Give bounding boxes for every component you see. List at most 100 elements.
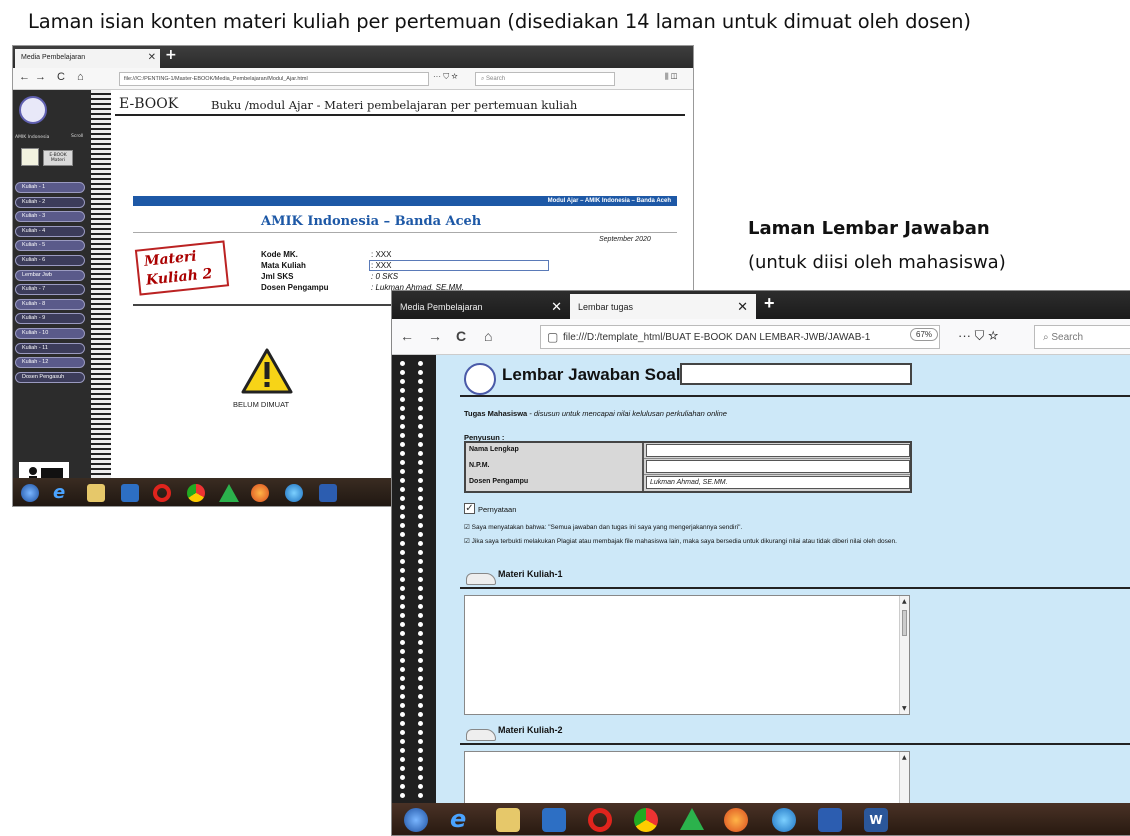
sidebar-item[interactable]: Kuliah - 2	[15, 196, 85, 208]
home-icon[interactable]: ⌂	[77, 71, 84, 83]
start-icon[interactable]	[404, 808, 428, 832]
close-tab-icon[interactable]: ✕	[551, 299, 562, 315]
sidebar-item[interactable]: Kuliah - 3	[15, 211, 85, 223]
opera-icon[interactable]	[588, 808, 612, 832]
sidebar-item[interactable]: Kuliah - 11	[15, 342, 85, 354]
tab-lembar-tugas[interactable]: Lembar tugas ✕	[570, 294, 756, 319]
scroll-down-icon[interactable]: ▼	[902, 705, 907, 712]
spiral-hole	[418, 694, 423, 699]
drive-icon[interactable]	[219, 484, 239, 502]
spiral-hole	[418, 568, 423, 573]
ie-icon[interactable]: e	[450, 807, 474, 832]
tab-media-pembelajaran[interactable]: Media Pembelajaran ✕	[392, 294, 570, 319]
spiral-hole	[400, 613, 405, 618]
chrome-icon[interactable]	[187, 484, 205, 502]
spiral-hole	[418, 739, 423, 744]
tab-bar: Media Pembelajaran ✕ +	[13, 46, 693, 68]
npm-field[interactable]	[646, 460, 910, 473]
sidebar-item[interactable]: Kuliah - 7	[15, 284, 85, 296]
answer-page-caption-title: Laman Lembar Jawaban	[748, 218, 990, 239]
spiral-hole	[400, 451, 405, 456]
page-actions-icon[interactable]: ··· ⛉ ☆	[958, 328, 998, 344]
back-icon[interactable]: ←	[19, 71, 30, 83]
firefox-icon[interactable]	[724, 808, 748, 832]
dosen-pengampu-field[interactable]: Lukman Ahmad, SE.MM.	[646, 476, 910, 489]
scrollbar[interactable]: ▲ ▼	[899, 596, 909, 714]
forward-icon[interactable]: →	[428, 328, 442, 344]
drive-icon[interactable]	[680, 808, 704, 830]
library-icon[interactable]: ⫼ ◫	[665, 72, 677, 82]
ie-icon[interactable]: e	[53, 484, 71, 502]
home-icon[interactable]: ⌂	[484, 328, 492, 344]
tab-label: Media Pembelajaran	[21, 54, 86, 61]
spiral-hole	[400, 586, 405, 591]
search-placeholder: Search	[486, 76, 506, 82]
page-actions-icon[interactable]: ··· ⛉ ☆	[433, 72, 458, 82]
spiral-hole	[418, 361, 423, 366]
amik-logo	[19, 96, 47, 124]
search-input[interactable]: ⌕ Search	[1034, 325, 1130, 349]
sidebar-item[interactable]: Kuliah - 8	[15, 298, 85, 310]
spiral-hole	[418, 676, 423, 681]
back-icon[interactable]: ←	[400, 328, 414, 344]
sidebar-item[interactable]: Kuliah - 4	[15, 225, 85, 237]
reload-icon[interactable]: C	[456, 328, 466, 344]
close-tab-icon[interactable]: ✕	[148, 52, 156, 63]
table-label: N.P.M.	[466, 459, 644, 475]
sidebar-item[interactable]: Kuliah - 1	[15, 182, 85, 193]
spiral-hole	[418, 433, 423, 438]
spiral-hole	[400, 505, 405, 510]
title-input[interactable]	[680, 363, 912, 385]
search-input[interactable]: ⌕ Search	[475, 72, 615, 86]
scroll-up-icon[interactable]: ▲	[902, 754, 907, 761]
spiral-hole	[418, 478, 423, 483]
sidebar-item[interactable]: Kuliah - 9	[15, 313, 85, 325]
sidebar-item[interactable]: Lembar Jwb	[15, 269, 85, 281]
pernyataan-checkbox[interactable]: ✓	[464, 503, 475, 514]
save-icon[interactable]	[319, 484, 337, 502]
chrome-icon[interactable]	[634, 808, 658, 832]
spiral-hole	[400, 775, 405, 780]
spiral-hole	[400, 703, 405, 708]
url-bar[interactable]: file:///C:/PENTING-1/Master-EBOOK/Media_…	[119, 72, 429, 86]
table-row: N.P.M.	[466, 459, 910, 475]
sidebar-item[interactable]: Kuliah - 12	[15, 357, 85, 369]
url-bar[interactable]: ▢ file:///D:/template_html/BUAT E-BOOK D…	[540, 325, 940, 349]
info-row-mata-kuliah: Mata Kuliah : XXX	[261, 260, 661, 272]
mata-kuliah-field[interactable]	[369, 260, 549, 271]
firefox-icon[interactable]	[251, 484, 269, 502]
answer-textarea-2[interactable]: ▲	[464, 751, 910, 811]
save-icon[interactable]	[818, 808, 842, 832]
spiral-binding	[91, 90, 111, 478]
scroll-thumb[interactable]	[902, 610, 907, 636]
scrollbar[interactable]: ▲	[899, 752, 909, 810]
sidebar-item[interactable]: Dosen Pengasuh	[15, 371, 85, 383]
folder-icon[interactable]	[496, 808, 520, 832]
materi-kuliah-1-heading: Materi Kuliah-1	[498, 569, 563, 579]
media-player-icon[interactable]	[121, 484, 139, 502]
nama-lengkap-field[interactable]	[646, 444, 910, 457]
new-tab-icon[interactable]: +	[764, 293, 775, 314]
sidebar-item[interactable]: Kuliah - 10	[15, 327, 85, 339]
folder-icon[interactable]	[87, 484, 105, 502]
ebook-button[interactable]: E-BOOK Materi	[43, 150, 73, 166]
reload-icon[interactable]: C	[57, 71, 65, 83]
word-icon[interactable]: W	[864, 808, 888, 832]
sidebar-item[interactable]: Kuliah - 6	[15, 254, 85, 266]
answer-textarea-1[interactable]: ▲ ▼	[464, 595, 910, 715]
close-tab-icon[interactable]: ✕	[737, 299, 748, 315]
new-tab-icon[interactable]: +	[165, 47, 177, 63]
scroll-up-icon[interactable]: ▲	[902, 598, 907, 605]
edge-icon[interactable]	[772, 808, 796, 832]
sidebar-item[interactable]: Kuliah - 5	[15, 240, 85, 252]
spiral-hole	[400, 433, 405, 438]
media-player-icon[interactable]	[542, 808, 566, 832]
tab-media-pembelajaran[interactable]: Media Pembelajaran ✕	[15, 49, 160, 68]
opera-icon[interactable]	[153, 484, 171, 502]
tab-bar: Media Pembelajaran ✕ Lembar tugas ✕ +	[392, 291, 1130, 319]
edge-icon[interactable]	[285, 484, 303, 502]
spiral-hole	[400, 766, 405, 771]
start-icon[interactable]	[21, 484, 39, 502]
forward-icon[interactable]: →	[35, 71, 46, 83]
zoom-badge[interactable]: 67%	[910, 328, 939, 341]
